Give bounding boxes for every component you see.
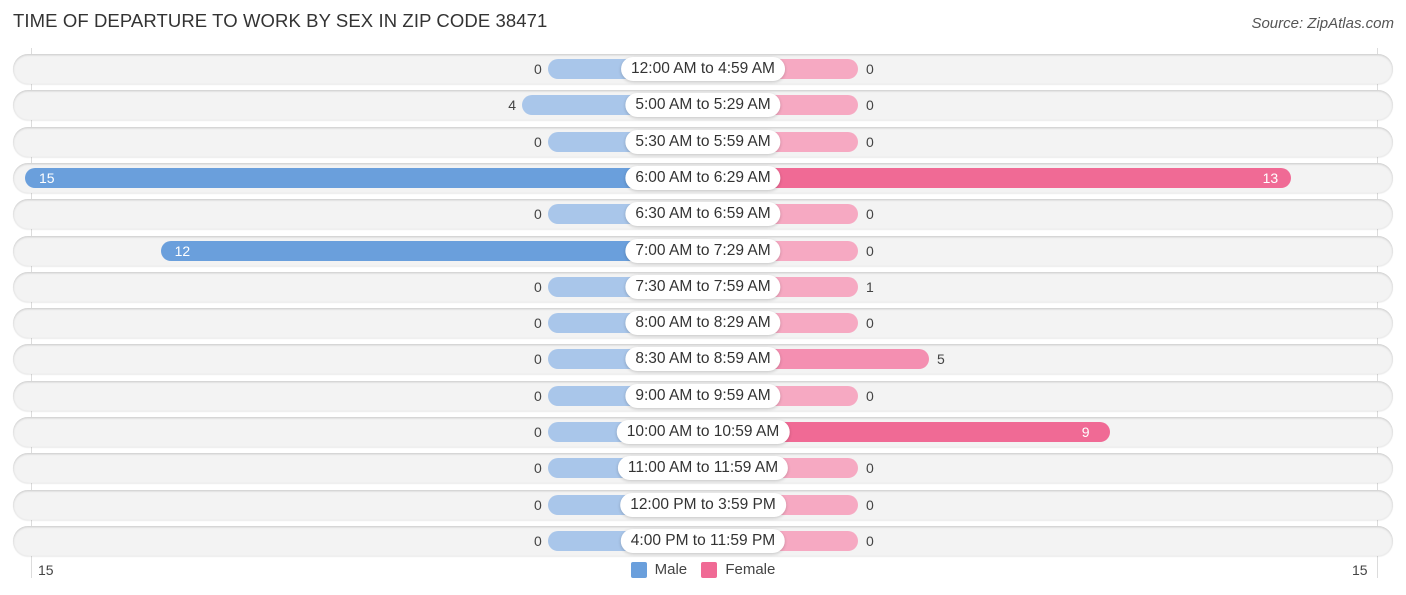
female-value-label: 5 [937,351,945,368]
male-value-label: 0 [534,532,542,549]
category-label: 4:00 PM to 11:59 PM [620,528,786,553]
category-label: 7:30 AM to 7:59 AM [625,274,781,299]
male-value-label: 0 [534,424,542,440]
male-bar[interactable] [160,240,703,261]
legend-item-male[interactable]: Male [630,561,688,578]
male-value-label: 15 [39,169,55,186]
male-value-label: 12 [174,242,191,259]
category-label: 8:00 AM to 8:29 AM [625,311,781,336]
female-value-label: 0 [866,61,874,77]
female-value-label: 1 [866,278,874,295]
category-label: 6:00 AM to 6:29 AM [625,165,781,190]
legend-swatch-female [701,561,718,578]
female-value-label: 0 [866,315,874,332]
female-bar[interactable] [703,167,1291,188]
male-value-label: 0 [534,387,542,404]
category-label: 12:00 PM to 3:59 PM [620,492,786,517]
male-value-label: 4 [508,97,516,114]
category-label: 6:30 AM to 6:59 AM [625,202,781,227]
male-value-label: 0 [534,351,542,368]
female-value-label: 0 [866,206,874,223]
male-value-label: 0 [534,315,542,332]
category-label: 5:00 AM to 5:29 AM [625,93,781,118]
male-value-label: 0 [534,133,542,150]
legend-swatch-male [630,561,647,578]
category-label: 7:00 AM to 7:29 AM [625,238,781,263]
female-value-label: 0 [866,387,874,404]
category-label: 10:00 AM to 10:59 AM [616,420,790,444]
female-value-label: 0 [866,97,874,114]
male-value-label: 0 [534,61,542,77]
legend: Male Female [0,561,1406,582]
male-value-label: 0 [534,496,542,513]
legend-label-female: Female [725,561,776,578]
category-label: 9:00 AM to 9:59 AM [625,383,781,408]
legend-label-male: Male [654,561,688,578]
legend-item-female[interactable]: Female [701,561,775,578]
male-value-label: 0 [534,460,542,477]
female-value-label: 13 [1262,169,1279,186]
chart-title: TIME OF DEPARTURE TO WORK BY SEX IN ZIP … [13,10,548,31]
female-value-label: 0 [866,496,874,513]
female-value-label: 0 [866,532,874,549]
female-value-label: 0 [866,460,874,477]
category-label: 12:00 AM to 4:59 AM [621,57,785,81]
female-value-label: 0 [866,242,874,259]
male-value-label: 0 [534,278,542,295]
male-bar[interactable] [25,167,703,188]
male-value-label: 0 [534,206,542,223]
source-credit: Source: ZipAtlas.com [1251,15,1394,32]
category-label: 8:30 AM to 8:59 AM [625,347,781,372]
female-value-label: 0 [866,133,874,150]
category-label: 5:30 AM to 5:59 AM [625,129,781,154]
female-value-label: 9 [1081,424,1090,440]
category-label: 11:00 AM to 11:59 AM [617,456,789,481]
